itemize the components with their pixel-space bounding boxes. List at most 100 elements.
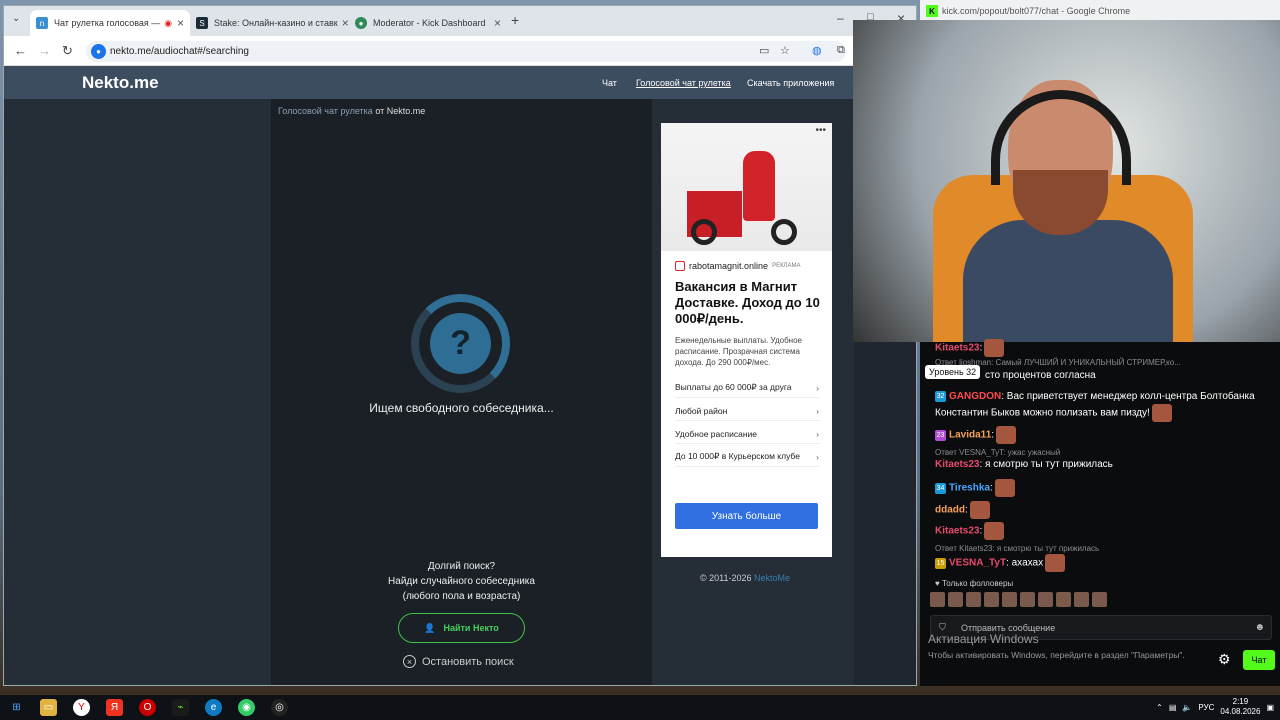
emote-icon[interactable] (1002, 592, 1017, 607)
long-search-line: Долгий поиск? (427, 561, 496, 572)
emoji-icon[interactable]: ☻ (1254, 622, 1265, 633)
tray-arrow-icon[interactable]: ⌃ (1156, 703, 1163, 712)
cancel-icon: × (403, 655, 416, 668)
bookmark-star-icon[interactable]: ☆ (780, 44, 790, 57)
start-icon[interactable]: ⊞ (8, 699, 25, 716)
ad-image: ••• (661, 123, 832, 251)
ad-link[interactable]: До 10 000₽ в Курьерском клубе › (675, 447, 819, 467)
tab-kick[interactable]: ● Moderator - Kick Dashboard × (349, 10, 507, 36)
nav-voice-chat[interactable]: Голосовой чат рулетка (636, 78, 731, 88)
app-icon[interactable]: ⌁ (172, 699, 189, 716)
kick-icon: ● (355, 17, 367, 29)
breadcrumb-link[interactable]: Голосовой чат рулетка (278, 106, 373, 116)
emote-icon[interactable] (948, 592, 963, 607)
microphone-icon[interactable]: ● (91, 44, 106, 59)
more-options-icon[interactable]: ••• (815, 125, 826, 136)
chat-message: Kitaets23: (935, 522, 1005, 540)
ad-banner[interactable]: ••• rabotamagnit.online РЕКЛАМА Вакансия… (661, 123, 832, 557)
followers-only-text: Только фолловеры (941, 579, 1014, 588)
close-tab-icon[interactable]: × (338, 16, 348, 30)
nav-chat[interactable]: Чат (602, 78, 617, 88)
chat-text: : (979, 525, 983, 537)
close-tab-icon[interactable]: × (173, 16, 184, 30)
opera-icon[interactable]: O (139, 699, 156, 716)
yandex-icon[interactable]: Я (106, 699, 123, 716)
ad-link-label: До 10 000₽ в Курьерском клубе (675, 451, 800, 461)
emote-icon (984, 339, 1005, 357)
emote-icon[interactable] (1020, 592, 1035, 607)
chat-message: Константин Быков можно полизать вам пизд… (935, 404, 1172, 422)
edge-icon[interactable]: e (205, 699, 222, 716)
chat-username[interactable]: Kitaets23 (935, 459, 979, 470)
chat-text: : Вас приветствует менеджер колл-центра … (1001, 391, 1255, 402)
toolbar: ← → ↻ ● nekto.me/audiochat#/searching ▭ … (4, 36, 916, 66)
extension-icon[interactable]: ◍ (812, 44, 822, 57)
emote-icon[interactable] (930, 592, 945, 607)
emote-icon[interactable] (1038, 592, 1053, 607)
chat-username[interactable]: VESNA_TyT (949, 558, 1006, 569)
network-icon[interactable]: ▤ (1169, 703, 1177, 712)
emote-icon[interactable] (1056, 592, 1071, 607)
address-bar[interactable]: ● nekto.me/audiochat#/searching (86, 41, 846, 62)
volume-icon[interactable]: 🔈 (1182, 703, 1192, 712)
gear-icon[interactable]: ⚙ (1218, 651, 1231, 668)
chat-username[interactable]: ddadd (935, 505, 965, 516)
reload-icon[interactable]: ↻ (62, 43, 73, 59)
chat-text: : я смотрю ты тут прижилась (979, 459, 1113, 470)
cast-icon[interactable]: ▭ (759, 44, 769, 57)
file-explorer-icon[interactable]: ▭ (40, 699, 57, 716)
kick-icon: K (926, 5, 938, 17)
level-badge: 23 (935, 429, 946, 441)
extensions-puzzle-icon[interactable]: ⧉ (837, 44, 845, 57)
chat-username[interactable]: GANGDON (949, 391, 1001, 402)
ad-title: Вакансия в Магнит Доставке. Доход до 10 … (675, 279, 820, 326)
ad-link[interactable]: Удобное расписание › (675, 424, 819, 444)
notifications-icon[interactable]: ▣ (1266, 703, 1274, 712)
emote-bar (930, 592, 1107, 607)
back-icon[interactable]: ← (14, 43, 27, 58)
minimize-icon[interactable]: – (837, 11, 844, 25)
tab-stake[interactable]: S Stake: Онлайн-казино и ставк × (190, 10, 348, 36)
find-nekto-button[interactable]: 👤 Найти Некто (398, 613, 525, 643)
chat-text: : (989, 482, 993, 494)
chat-username[interactable]: Lavida11 (949, 430, 991, 441)
emote-icon[interactable] (984, 592, 999, 607)
ad-domain: rabotamagnit.online РЕКЛАМА (675, 261, 801, 271)
emote-icon[interactable] (1092, 592, 1107, 607)
clock[interactable]: 2:19 04.08.2026 (1220, 697, 1260, 717)
emote-icon (996, 426, 1017, 444)
emote-icon[interactable] (966, 592, 981, 607)
new-tab-icon[interactable]: + (511, 12, 519, 28)
chat-username[interactable]: Tireshka (949, 483, 990, 494)
windows-activation-text: Чтобы активировать Windows, перейдите в … (928, 650, 1185, 660)
copyright-text: © 2011-2026 (700, 573, 755, 583)
close-tab-icon[interactable]: × (490, 16, 501, 30)
tab-list-icon[interactable]: ⌄ (12, 13, 20, 24)
language-indicator[interactable]: РУС (1198, 703, 1214, 712)
ad-text: Еженедельные выплаты. Удобное расписание… (675, 336, 802, 367)
chevron-right-icon: › (816, 382, 819, 393)
obs-icon[interactable]: ◎ (271, 699, 288, 716)
stop-search-button[interactable]: × Остановить поиск (403, 655, 514, 668)
chat-message: 15 VESNA_TyT: ахахах (935, 554, 1066, 572)
ad-domain-text: rabotamagnit.online (689, 261, 769, 271)
forward-icon[interactable]: → (38, 43, 51, 58)
long-search-line: Найди случайного собеседника (388, 576, 535, 587)
yandex-browser-icon[interactable]: Y (73, 699, 90, 716)
chat-username[interactable]: Kitaets23 (935, 526, 979, 537)
emote-icon[interactable] (1074, 592, 1089, 607)
nav-download[interactable]: Скачать приложения (747, 78, 834, 88)
ad-link[interactable]: Выплаты до 60 000₽ за друга › (675, 378, 819, 398)
ad-link[interactable]: Любой район › (675, 401, 819, 421)
copyright-link[interactable]: NektoMe (754, 573, 790, 583)
level-badge: 32 (935, 390, 946, 402)
tab-nekto[interactable]: n Чат рулетка голосовая — ◉ × (30, 10, 190, 36)
chrome-icon[interactable]: ◉ (238, 699, 255, 716)
tab-title: Stake: Онлайн-казино и ставк (214, 18, 338, 28)
site-logo[interactable]: Nekto.me (82, 73, 159, 93)
chat-username[interactable]: Kitaets23 (935, 343, 979, 354)
chat-message: Kitaets23: я смотрю ты тут прижилась (935, 458, 1113, 471)
learn-more-button[interactable]: Узнать больше (675, 503, 818, 529)
chat-send-button[interactable]: Чат (1243, 650, 1275, 670)
followers-only-notice: ♥ Только фолловеры (935, 577, 1013, 590)
